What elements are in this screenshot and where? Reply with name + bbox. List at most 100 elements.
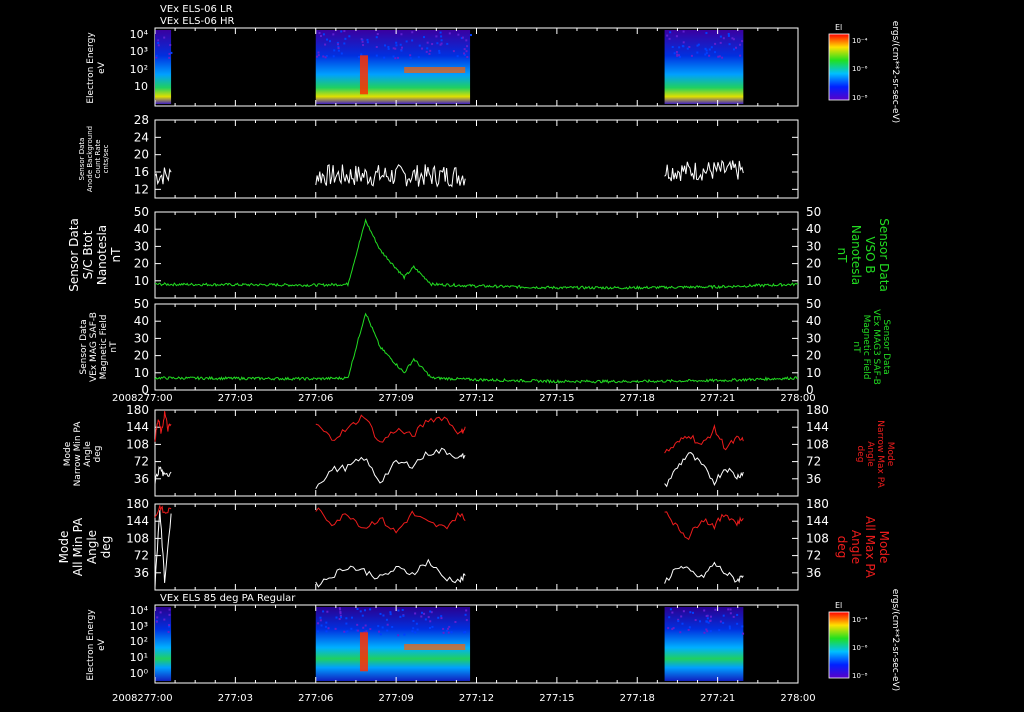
spectrogram-speckle	[426, 41, 429, 44]
pitch-angle-trace	[154, 411, 172, 442]
spectrogram-speckle	[465, 619, 468, 622]
spectrogram-speckle	[682, 45, 685, 48]
time-tick-label: 278:00	[780, 693, 815, 704]
spectrogram-speckle	[412, 620, 415, 623]
time-tick-label: 277:12	[459, 693, 494, 704]
spectrogram-speckle	[369, 608, 372, 611]
spectrogram-speckle	[346, 630, 349, 633]
spectrogram-speckle	[741, 625, 744, 628]
spectrogram-speckle	[718, 55, 721, 58]
spectrogram-speckle	[325, 630, 328, 633]
spectrogram-speckle	[409, 54, 412, 57]
y-tick-label: 20	[134, 349, 149, 363]
p6-ylabel-right-3: deg	[835, 536, 849, 559]
spectrogram-speckle	[375, 54, 378, 57]
spectrogram-speckle	[378, 630, 381, 633]
spectrogram-speckle	[379, 612, 382, 615]
p7-ytick-2: 10²	[130, 635, 148, 648]
spectrogram-speckle	[383, 56, 386, 59]
y-tick-label: 10	[134, 274, 149, 288]
y-tick-label: 30	[134, 239, 149, 253]
spectrogram-speckle	[361, 40, 364, 43]
spectrogram-block	[664, 607, 744, 681]
spectrogram-speckle	[438, 51, 441, 54]
spectrogram-speckle	[163, 36, 166, 39]
spectrogram-speckle	[366, 41, 369, 44]
spectrogram-speckle	[739, 54, 742, 57]
spectrogram-speckle	[448, 32, 451, 35]
spectrogram-speckle	[719, 620, 722, 623]
y-tick-label-right: 36	[806, 472, 821, 486]
spectrogram-speckle	[465, 50, 468, 53]
pitch-angle-trace	[154, 505, 172, 518]
spectrogram-speckle	[362, 44, 365, 47]
spectrogram-speckle	[345, 622, 348, 625]
spectrogram-speckle	[387, 46, 390, 49]
spectrogram-speckle	[678, 46, 681, 49]
spectrogram-speckle	[395, 44, 398, 47]
p4-ylabel-right-0: Sensor Data	[881, 319, 891, 374]
spectrogram-speckle	[461, 36, 464, 39]
y-tick-label-right: 30	[806, 331, 821, 345]
spectrogram-speckle	[334, 627, 337, 630]
panel-6-series	[154, 505, 744, 589]
time-tick-label: 277:06	[298, 693, 333, 704]
spectrogram-speckle	[361, 614, 364, 617]
spectrogram-speckle	[666, 34, 669, 37]
spectrogram-speckle	[428, 626, 431, 629]
cb2-tick-2: 10⁻⁸	[852, 672, 868, 680]
p4-ylabel-3: nT	[109, 341, 119, 353]
spectrogram-speckle	[375, 45, 378, 48]
spectrogram-speckle	[450, 631, 453, 634]
pitch-angle-trace	[315, 558, 466, 588]
spectrogram-speckle	[168, 56, 171, 59]
p4-ylabel-2: Magnetic Field	[99, 315, 109, 380]
spectrogram-speckle	[326, 38, 329, 41]
p5-ylabel-right-1: Narrow Max PA	[875, 420, 885, 488]
spectrogram-speckle	[394, 57, 397, 60]
y-tick-label: 24	[134, 130, 149, 144]
y-tick-label-right: 10	[806, 274, 821, 288]
y-tick-label-right: 40	[806, 314, 821, 328]
spectrogram-speckle	[681, 622, 684, 625]
spectrogram-speckle	[667, 627, 670, 630]
panel-sc-btot: 10 10 20 20 30 30 40 40 50 50 Sensor Data S/C Bto…	[67, 205, 891, 299]
p6-ylabel-right-0: Mode	[877, 531, 891, 564]
p3-ylabel-0: Sensor Data	[67, 218, 81, 292]
spectrogram-speckle	[705, 628, 708, 631]
p1-ytick-3: 10	[134, 80, 148, 93]
spectrogram-speckle	[727, 608, 730, 611]
spectrogram-speckle	[168, 624, 171, 627]
spectrogram-speckle	[423, 612, 426, 615]
spectrogram-speckle	[350, 627, 353, 630]
y-tick-label-right: 108	[806, 437, 829, 451]
spectrogram-speckle	[414, 612, 417, 615]
spectrogram-speckle	[694, 619, 697, 622]
p5-ylabel-0: Mode	[63, 441, 73, 466]
p6-ylabel-3: deg	[99, 536, 113, 559]
spectrogram-speckle	[382, 614, 385, 617]
plot-canvas: VEx ELS-06 LR VEx ELS-06 HR 10⁴ 10³ 10² …	[57, 4, 900, 704]
spectrogram-speckle	[324, 56, 327, 59]
spectrogram-speckle	[709, 619, 712, 622]
spectrogram-speckle	[469, 34, 472, 37]
spectrogram-speckle	[317, 51, 320, 54]
spectrogram-speckle	[457, 33, 460, 36]
p5-ylabel-right-3: deg	[855, 446, 865, 463]
pitch-angle-trace	[315, 414, 466, 443]
p6-ylabel-1: All Min PA	[71, 517, 85, 576]
spectrogram-speckle	[682, 41, 685, 44]
spectrogram-speckle	[369, 628, 372, 631]
pitch-angle-trace	[664, 561, 744, 584]
spectrogram-speckle	[409, 57, 412, 60]
spectrogram-speckle	[343, 630, 346, 633]
spectrogram-speckle	[399, 615, 402, 618]
time-axis-upper: 2008 277:00 277:03 277:06 277:09 277:12 277:1…	[112, 393, 816, 404]
y-tick-label-right: 144	[806, 514, 829, 528]
spectrogram-speckle	[400, 49, 403, 52]
p3-ylabel-right-1: VSO B	[863, 236, 877, 273]
y-tick-label: 20	[134, 257, 149, 271]
spectrogram-speckle	[669, 31, 672, 34]
spectrogram-speckle	[316, 630, 319, 633]
spectrogram-speckle	[360, 53, 363, 56]
